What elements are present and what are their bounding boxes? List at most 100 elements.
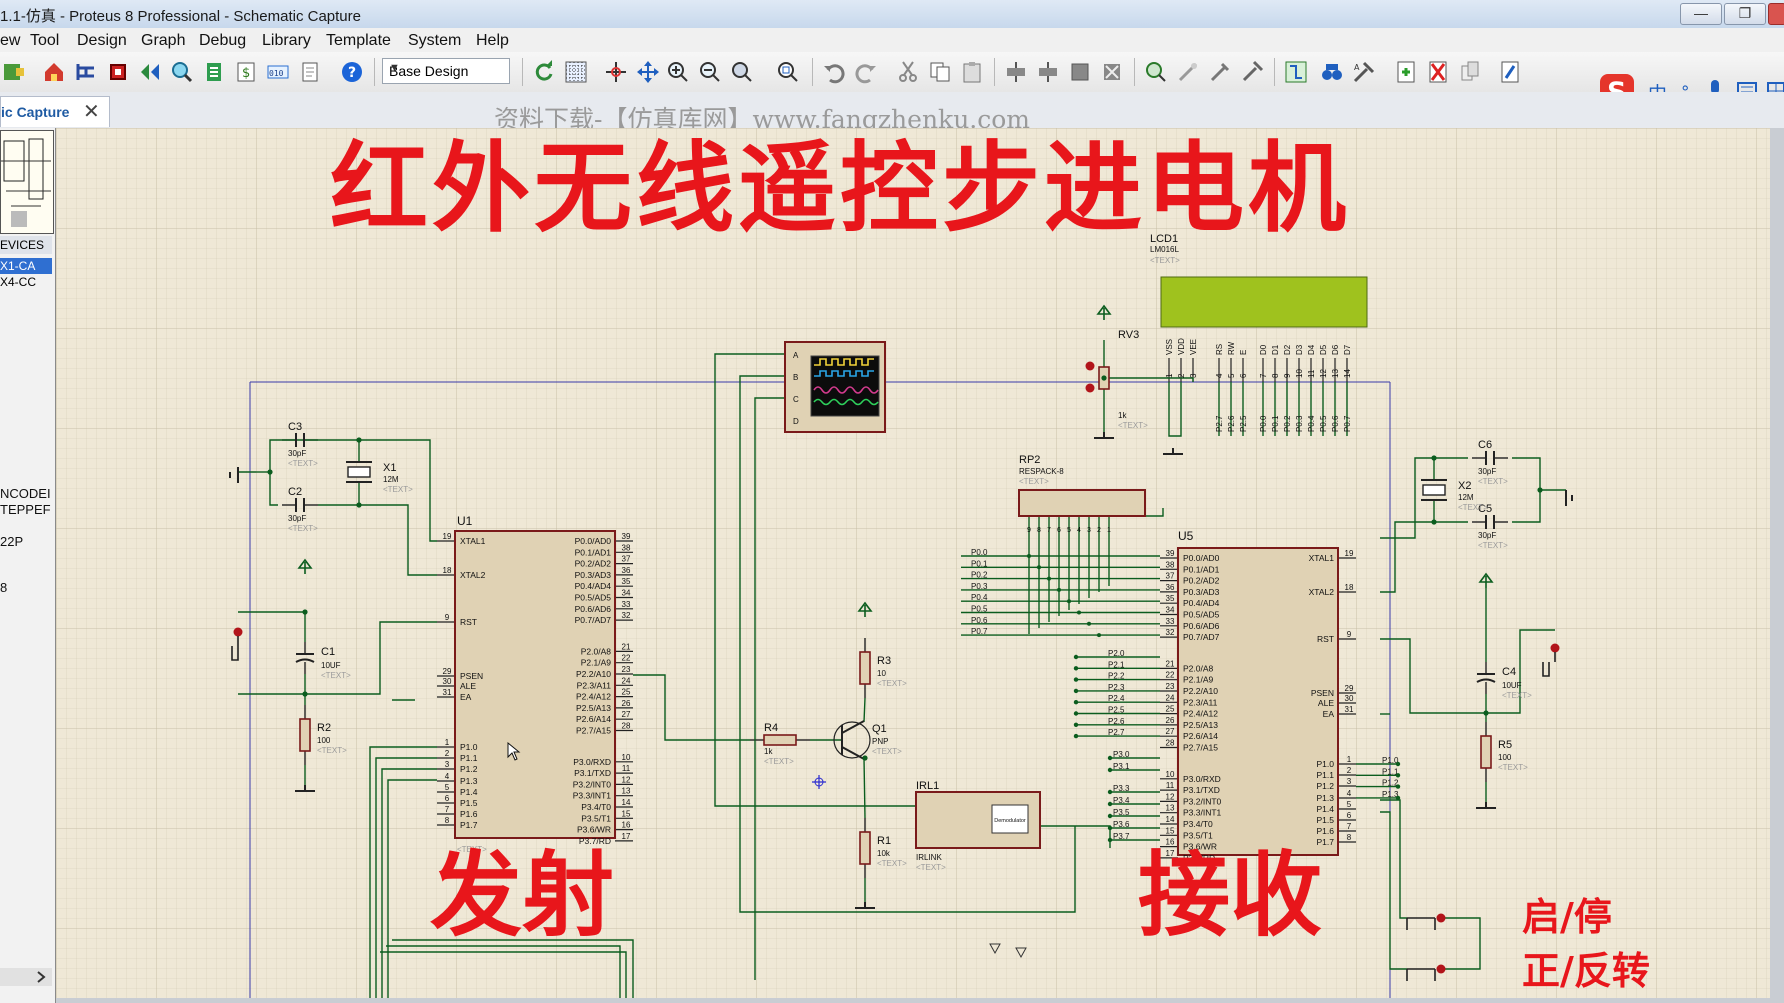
u1-pin-number: 11 bbox=[622, 764, 631, 773]
menu-help[interactable]: Help bbox=[476, 32, 509, 50]
c3-ref: C3 bbox=[288, 421, 302, 433]
tab-label: ic Capture bbox=[1, 104, 70, 120]
menu-library[interactable]: Library bbox=[262, 32, 311, 50]
restore-button[interactable]: ❐ bbox=[1724, 3, 1766, 25]
undo-icon[interactable] bbox=[822, 60, 846, 84]
inspect-icon[interactable] bbox=[170, 60, 194, 84]
x2-body bbox=[1422, 484, 1446, 496]
refresh-icon[interactable] bbox=[532, 60, 556, 84]
cut-icon[interactable] bbox=[896, 60, 920, 84]
make-device-icon[interactable] bbox=[1176, 60, 1200, 84]
u1-pin-number: 36 bbox=[622, 566, 631, 575]
pcb-icon[interactable] bbox=[106, 60, 130, 84]
r4-text-tag: <TEXT> bbox=[764, 757, 794, 766]
u5-pin-name: P1.5 bbox=[1317, 815, 1335, 825]
menu-graph[interactable]: Graph bbox=[141, 32, 185, 50]
junction-dot bbox=[1107, 789, 1113, 795]
menu-template[interactable]: Template bbox=[326, 32, 391, 50]
u5-pin-number: 8 bbox=[1347, 833, 1352, 842]
net-label-p3: P3.0 bbox=[1113, 750, 1130, 759]
chevron-right-icon[interactable] bbox=[34, 970, 48, 984]
minimize-button[interactable]: — bbox=[1680, 3, 1722, 25]
copy-icon[interactable] bbox=[928, 60, 952, 84]
u5-pin-name: P3.0/RXD bbox=[1183, 774, 1221, 784]
u1-pin-number: 22 bbox=[622, 654, 631, 663]
u1-pin-number: 19 bbox=[443, 532, 452, 541]
menu-tool[interactable]: Tool bbox=[30, 32, 59, 50]
remove-sheet-icon[interactable] bbox=[1426, 60, 1450, 84]
design-variant-select[interactable]: Base Design ▼ bbox=[382, 58, 510, 84]
tab-schematic-capture[interactable]: ic Capture ✕ bbox=[0, 96, 110, 127]
menu-system[interactable]: System bbox=[408, 32, 461, 50]
schematic-canvas[interactable]: U1<TEXT>19 XTAL118 XTAL29 RST29 PSEN30 ALE31 E… bbox=[56, 128, 1770, 998]
u5-pin-name: P2.3/A11 bbox=[1183, 697, 1218, 707]
window-title: 1.1-仿真 - Proteus 8 Professional - Schema… bbox=[0, 8, 361, 25]
lcd-pin-name: VSS bbox=[1165, 339, 1174, 355]
net-label-p2: P2.3 bbox=[1108, 683, 1125, 692]
block-move-icon[interactable] bbox=[1036, 60, 1060, 84]
zoom-area-icon[interactable] bbox=[776, 60, 800, 84]
block-delete-icon[interactable] bbox=[1100, 60, 1124, 84]
lcd-pin-name: D0 bbox=[1259, 344, 1268, 355]
lcd-pin-name: VEE bbox=[1189, 339, 1198, 355]
binary-icon[interactable]: 010 bbox=[266, 60, 290, 84]
open-project-icon[interactable] bbox=[2, 60, 26, 84]
close-tab-icon[interactable]: ✕ bbox=[83, 99, 100, 124]
search-tag-icon[interactable] bbox=[1320, 60, 1344, 84]
junction-dot bbox=[1073, 654, 1079, 660]
design-explorer-icon[interactable] bbox=[138, 60, 162, 84]
netlist-icon[interactable] bbox=[1498, 60, 1522, 84]
zoom-all-icon[interactable] bbox=[730, 60, 754, 84]
junction-dot bbox=[302, 609, 308, 615]
transmitter-label: 发射 bbox=[430, 842, 615, 949]
r1-body bbox=[859, 831, 871, 865]
zoom-in-icon[interactable] bbox=[666, 60, 690, 84]
u5-pin-name: P1.1 bbox=[1317, 770, 1335, 780]
u5-pin-number: 34 bbox=[1166, 606, 1175, 615]
decompose-icon[interactable] bbox=[1240, 60, 1264, 84]
lcd-pin-number: 2 bbox=[1177, 373, 1186, 378]
net-label-p0: P0.7 bbox=[971, 627, 988, 636]
paste-icon[interactable] bbox=[960, 60, 984, 84]
u5-pin-number: 22 bbox=[1166, 671, 1175, 680]
device-list-item[interactable]: X4-CC bbox=[0, 274, 52, 290]
home-icon[interactable] bbox=[42, 60, 66, 84]
property-assign-icon[interactable]: A bbox=[1352, 60, 1376, 84]
device-list-item[interactable]: X1-CA bbox=[0, 258, 52, 274]
oscilloscope-channel-label: B bbox=[793, 373, 798, 382]
lcd-pin-number: 9 bbox=[1283, 373, 1292, 378]
lcd-pin-name: D7 bbox=[1343, 344, 1352, 355]
zoom-out-icon[interactable] bbox=[698, 60, 722, 84]
new-sheet-icon[interactable] bbox=[1394, 60, 1418, 84]
overview-thumbnail[interactable] bbox=[0, 130, 54, 234]
packaging-icon[interactable] bbox=[1208, 60, 1232, 84]
wire-autorouter-icon[interactable] bbox=[1284, 60, 1308, 84]
lcd-pin-name: RS bbox=[1215, 344, 1224, 355]
bom-icon[interactable] bbox=[202, 60, 226, 84]
block-copy-icon[interactable] bbox=[1004, 60, 1028, 84]
block-rotate-icon[interactable] bbox=[1068, 60, 1092, 84]
u5-pin-name: P3.5/T1 bbox=[1183, 830, 1213, 840]
device-fragment-text: NCODEI bbox=[0, 486, 51, 501]
menu-debug[interactable]: Debug bbox=[199, 32, 246, 50]
cost-icon[interactable]: $ bbox=[234, 60, 258, 84]
start-stop-label: 启/停 bbox=[1522, 895, 1612, 939]
lcd-pin-number: 5 bbox=[1227, 373, 1236, 378]
grid-toggle-icon[interactable] bbox=[564, 60, 588, 84]
menu-view[interactable]: ew bbox=[0, 32, 20, 50]
u1-pin-number: 29 bbox=[443, 667, 452, 676]
notes-icon[interactable] bbox=[298, 60, 322, 84]
help-icon[interactable]: ? bbox=[340, 60, 364, 84]
pan-icon[interactable] bbox=[636, 60, 660, 84]
q1-ref: Q1 bbox=[872, 723, 887, 735]
close-button[interactable] bbox=[1768, 3, 1784, 25]
schematic-icon[interactable] bbox=[74, 60, 98, 84]
pick-device-icon[interactable] bbox=[1144, 60, 1168, 84]
u1-pin-number: 39 bbox=[622, 532, 631, 541]
origin-icon[interactable] bbox=[604, 60, 628, 84]
u5-pin-number: 14 bbox=[1166, 815, 1175, 824]
menu-design[interactable]: Design bbox=[77, 32, 127, 50]
redo-icon[interactable] bbox=[854, 60, 878, 84]
u1-pin-number: 8 bbox=[445, 816, 450, 825]
exit-to-parent-icon[interactable] bbox=[1458, 60, 1482, 84]
